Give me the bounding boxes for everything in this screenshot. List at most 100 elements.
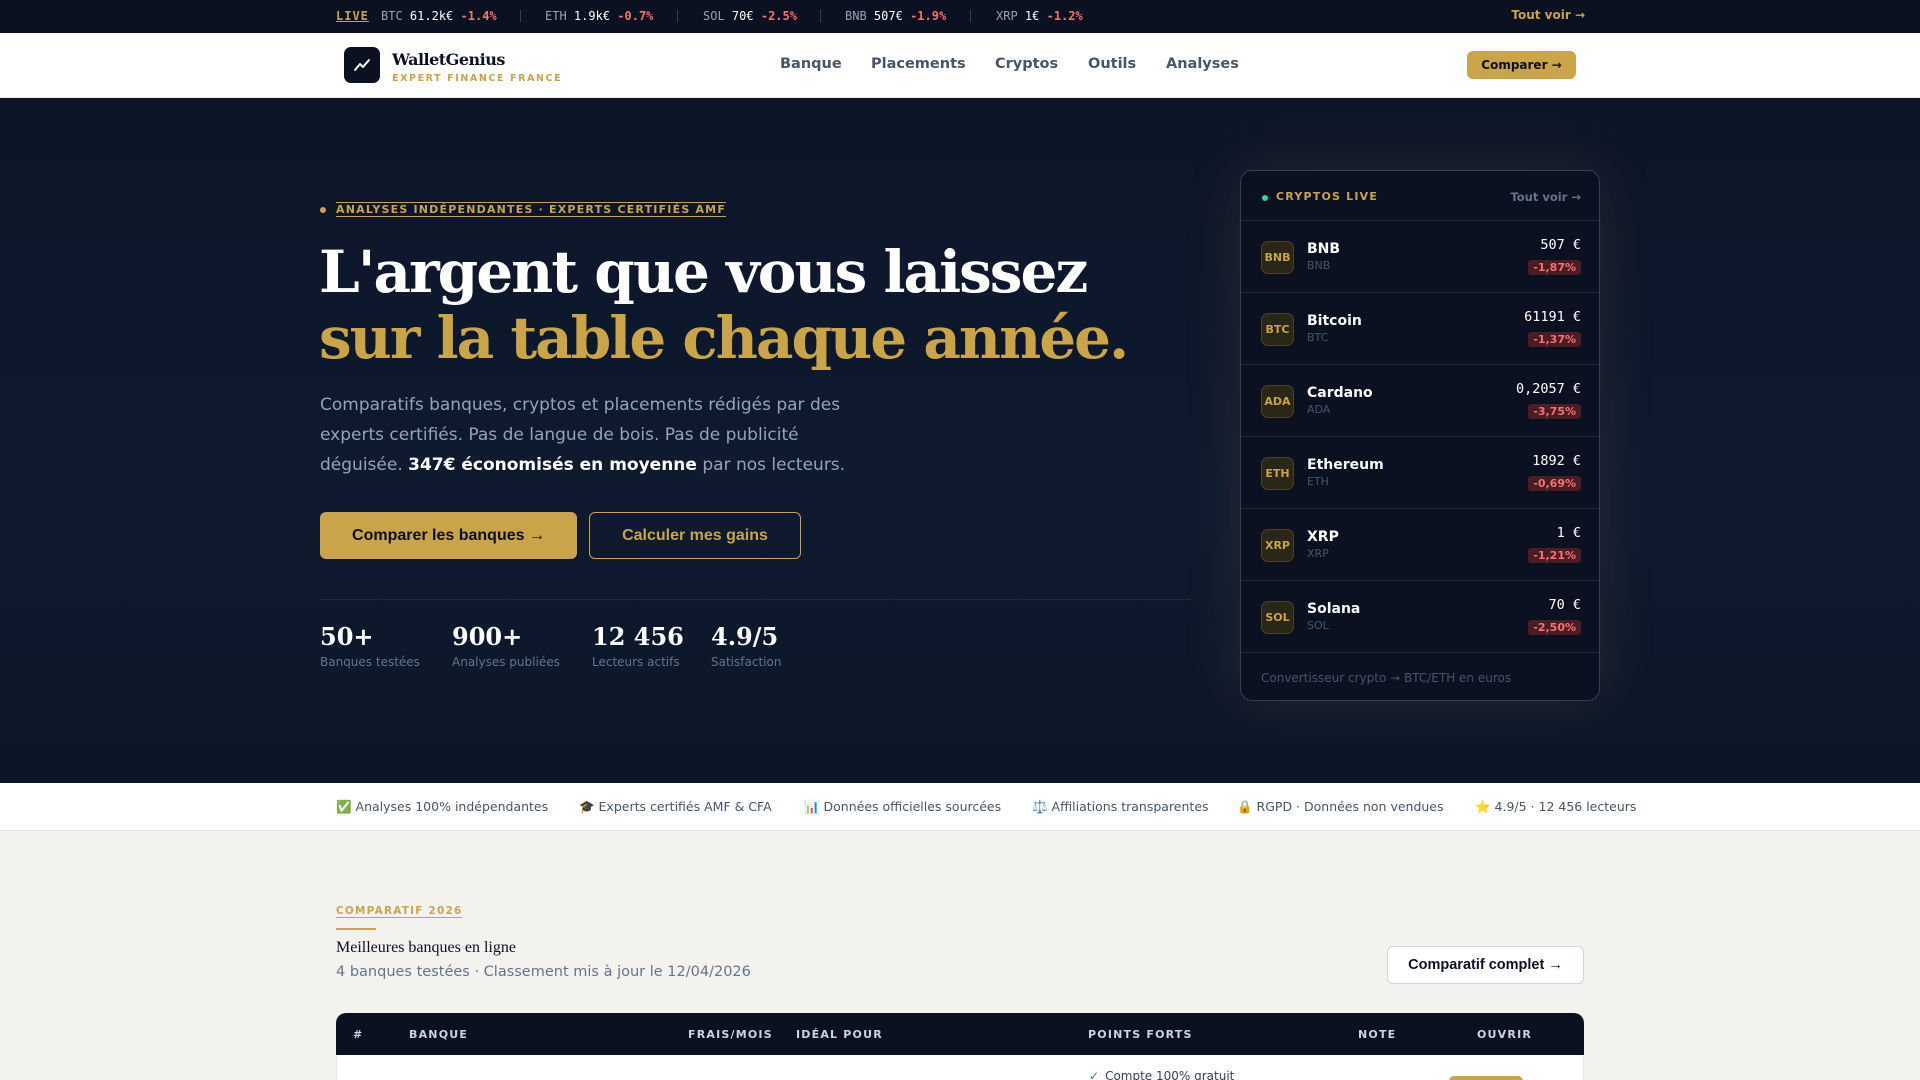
ticker-separator	[970, 10, 971, 22]
coin-badge: BTC	[1261, 313, 1294, 346]
section-subtitle: 4 banques testées · Classement mis à jou…	[336, 964, 751, 980]
ticker-see-all-link[interactable]: Tout voir →	[1511, 8, 1585, 22]
ticker-item-btc[interactable]: BTC 61.2k€ -1.4%	[381, 9, 497, 23]
coin-symbol: ADA	[1307, 403, 1331, 416]
ticker-separator	[677, 10, 678, 22]
nav-link-analyses[interactable]: Analyses	[1166, 56, 1239, 72]
nav-link-banque[interactable]: Banque	[780, 56, 842, 72]
crypto-row-ethereum[interactable]: ETH Ethereum ETH 1892 € -0,69%	[1241, 437, 1599, 509]
crypto-row-solana[interactable]: SOL Solana SOL 70 € -2,50%	[1241, 581, 1599, 653]
coin-symbol: BTC	[1307, 331, 1329, 344]
savings-highlight: 347€ économisés en moyenne	[408, 455, 697, 475]
hero-title-line-1: L'argent que vous laissez	[319, 238, 1088, 306]
main-nav: WalletGenius EXPERT FINANCE FRANCE Banqu…	[0, 33, 1920, 98]
coin-badge: SOL	[1261, 601, 1294, 634]
price-ticker: LIVE BTC 61.2k€ -1.4% ETH 1.9k€ -0.7% SO…	[0, 0, 1920, 33]
stat-banks: 50+ Banques testées	[320, 622, 420, 669]
nav-link-cryptos[interactable]: Cryptos	[995, 56, 1058, 72]
crypto-see-all-link[interactable]: Tout voir →	[1510, 190, 1581, 204]
coin-badge: ETH	[1261, 457, 1294, 490]
open-account-button[interactable]	[1449, 1076, 1523, 1080]
trending-up-icon	[354, 59, 370, 71]
coin-change-badge: -2,50%	[1528, 620, 1581, 635]
coin-price: 0,2057 €	[1515, 381, 1581, 397]
coin-name: Cardano	[1307, 385, 1373, 401]
crypto-row-bitcoin[interactable]: BTC Bitcoin BTC 61191 € -1,37%	[1241, 293, 1599, 365]
coin-name: Ethereum	[1307, 457, 1384, 473]
nav-link-outils[interactable]: Outils	[1088, 56, 1136, 72]
column-header-fees[interactable]: FRAIS/MOIS	[688, 1028, 773, 1041]
comparison-table-header: # BANQUE FRAIS/MOIS IDÉAL POUR POINTS FO…	[336, 1013, 1584, 1055]
ticker-separator	[520, 10, 521, 22]
compare-banks-button[interactable]: Comparer les banques →	[320, 512, 577, 559]
column-header-ideal-for: IDÉAL POUR	[796, 1028, 883, 1041]
hero-eyebrow: ANALYSES INDÉPENDANTES · EXPERTS CERTIFI…	[336, 202, 727, 217]
column-header-bank[interactable]: BANQUE	[409, 1028, 468, 1041]
coin-symbol: ETH	[1307, 475, 1329, 488]
trust-item-independent: ✅ Analyses 100% indépendantes	[336, 799, 549, 814]
hero-section: ANALYSES INDÉPENDANTES · EXPERTS CERTIFI…	[0, 98, 1920, 783]
logo[interactable]	[344, 47, 380, 83]
coin-badge: XRP	[1261, 529, 1294, 562]
trust-item-affiliations: ⚖️ Affiliations transparentes	[1032, 799, 1209, 814]
coin-price: 61191 €	[1524, 309, 1581, 325]
trust-item-rgpd: 🔒 RGPD · Données non vendues	[1237, 799, 1444, 814]
column-header-open: OUVRIR	[1477, 1028, 1533, 1041]
coin-price: 1892 €	[1532, 453, 1581, 469]
section-tag: COMPARATIF 2026	[336, 905, 463, 918]
compare-button[interactable]: Comparer →	[1467, 51, 1576, 79]
crypto-converter-link[interactable]: Convertisseur crypto → BTC/ETH en euros	[1261, 671, 1511, 685]
stat-readers: 12 456 Lecteurs actifs	[592, 622, 684, 669]
eyebrow-dot	[320, 207, 326, 213]
brand-tagline: EXPERT FINANCE FRANCE	[392, 73, 563, 84]
stat-analyses: 900+ Analyses publiées	[452, 622, 560, 669]
table-row: ✓ Compte 100% gratuit	[336, 1055, 1584, 1080]
column-header-rating[interactable]: NOTE	[1358, 1028, 1396, 1041]
trust-item-rating: ⭐ 4.9/5 · 12 456 lecteurs	[1475, 799, 1637, 814]
crypto-row-bnb[interactable]: BNB BNB BNB 507 € -1,87%	[1241, 221, 1599, 293]
coin-price: 1 €	[1556, 525, 1581, 541]
crypto-card-header: CRYPTOS LIVE Tout voir →	[1241, 171, 1599, 221]
ticker-item-eth[interactable]: ETH 1.9k€ -0.7%	[545, 9, 653, 23]
stat-satisfaction: 4.9/5 Satisfaction	[711, 622, 782, 669]
strength-item: ✓ Compte 100% gratuit	[1089, 1069, 1234, 1080]
ticker-item-sol[interactable]: SOL 70€ -2.5%	[703, 9, 797, 23]
ticker-item-bnb[interactable]: BNB 507€ -1.9%	[845, 9, 946, 23]
divider	[320, 599, 1191, 600]
calculate-gains-button[interactable]: Calculer mes gains	[589, 512, 801, 559]
hero-title-line-2: sur la table chaque année.	[319, 304, 1129, 372]
trust-item-experts: 🎓 Experts certifiés AMF & CFA	[579, 799, 772, 814]
column-header-rank: #	[353, 1028, 364, 1041]
nav-link-placements[interactable]: Placements	[871, 56, 966, 72]
coin-price: 507 €	[1540, 237, 1581, 253]
ticker-separator	[820, 10, 821, 22]
column-header-strengths: POINTS FORTS	[1088, 1028, 1193, 1041]
coin-badge: ADA	[1261, 385, 1294, 418]
coin-change-badge: -1,37%	[1528, 332, 1581, 347]
trust-item-data: 📊 Données officielles sourcées	[804, 799, 1002, 814]
coin-change-badge: -0,69%	[1528, 476, 1581, 491]
coin-change-badge: -3,75%	[1528, 404, 1581, 419]
trust-bar: ✅ Analyses 100% indépendantes 🎓 Experts …	[0, 783, 1920, 831]
coin-symbol: SOL	[1307, 619, 1329, 632]
ticker-item-xrp[interactable]: XRP 1€ -1.2%	[996, 9, 1083, 23]
coin-name: Solana	[1307, 601, 1361, 617]
brand-name[interactable]: WalletGenius	[392, 50, 505, 69]
coin-change-badge: -1,87%	[1528, 260, 1581, 275]
coin-badge: BNB	[1261, 241, 1294, 274]
section-title: Meilleures banques en ligne	[336, 939, 516, 956]
coin-change-badge: -1,21%	[1528, 548, 1581, 563]
live-label: LIVE	[336, 9, 369, 23]
crypto-card-title: CRYPTOS LIVE	[1276, 190, 1379, 203]
coin-name: XRP	[1307, 529, 1339, 545]
hero-lead: Comparatifs banques, cryptos et placemen…	[320, 395, 846, 475]
coin-symbol: BNB	[1307, 259, 1331, 272]
full-comparison-button[interactable]: Comparatif complet →	[1387, 946, 1584, 984]
crypto-live-card: CRYPTOS LIVE Tout voir → BNB BNB BNB 507…	[1240, 170, 1600, 701]
crypto-row-cardano[interactable]: ADA Cardano ADA 0,2057 € -3,75%	[1241, 365, 1599, 437]
coin-price: 70 €	[1548, 597, 1581, 613]
coin-symbol: XRP	[1307, 547, 1329, 560]
crypto-row-xrp[interactable]: XRP XRP XRP 1 € -1,21%	[1241, 509, 1599, 581]
live-indicator-icon	[1262, 195, 1268, 201]
check-icon: ✓	[1089, 1069, 1100, 1080]
